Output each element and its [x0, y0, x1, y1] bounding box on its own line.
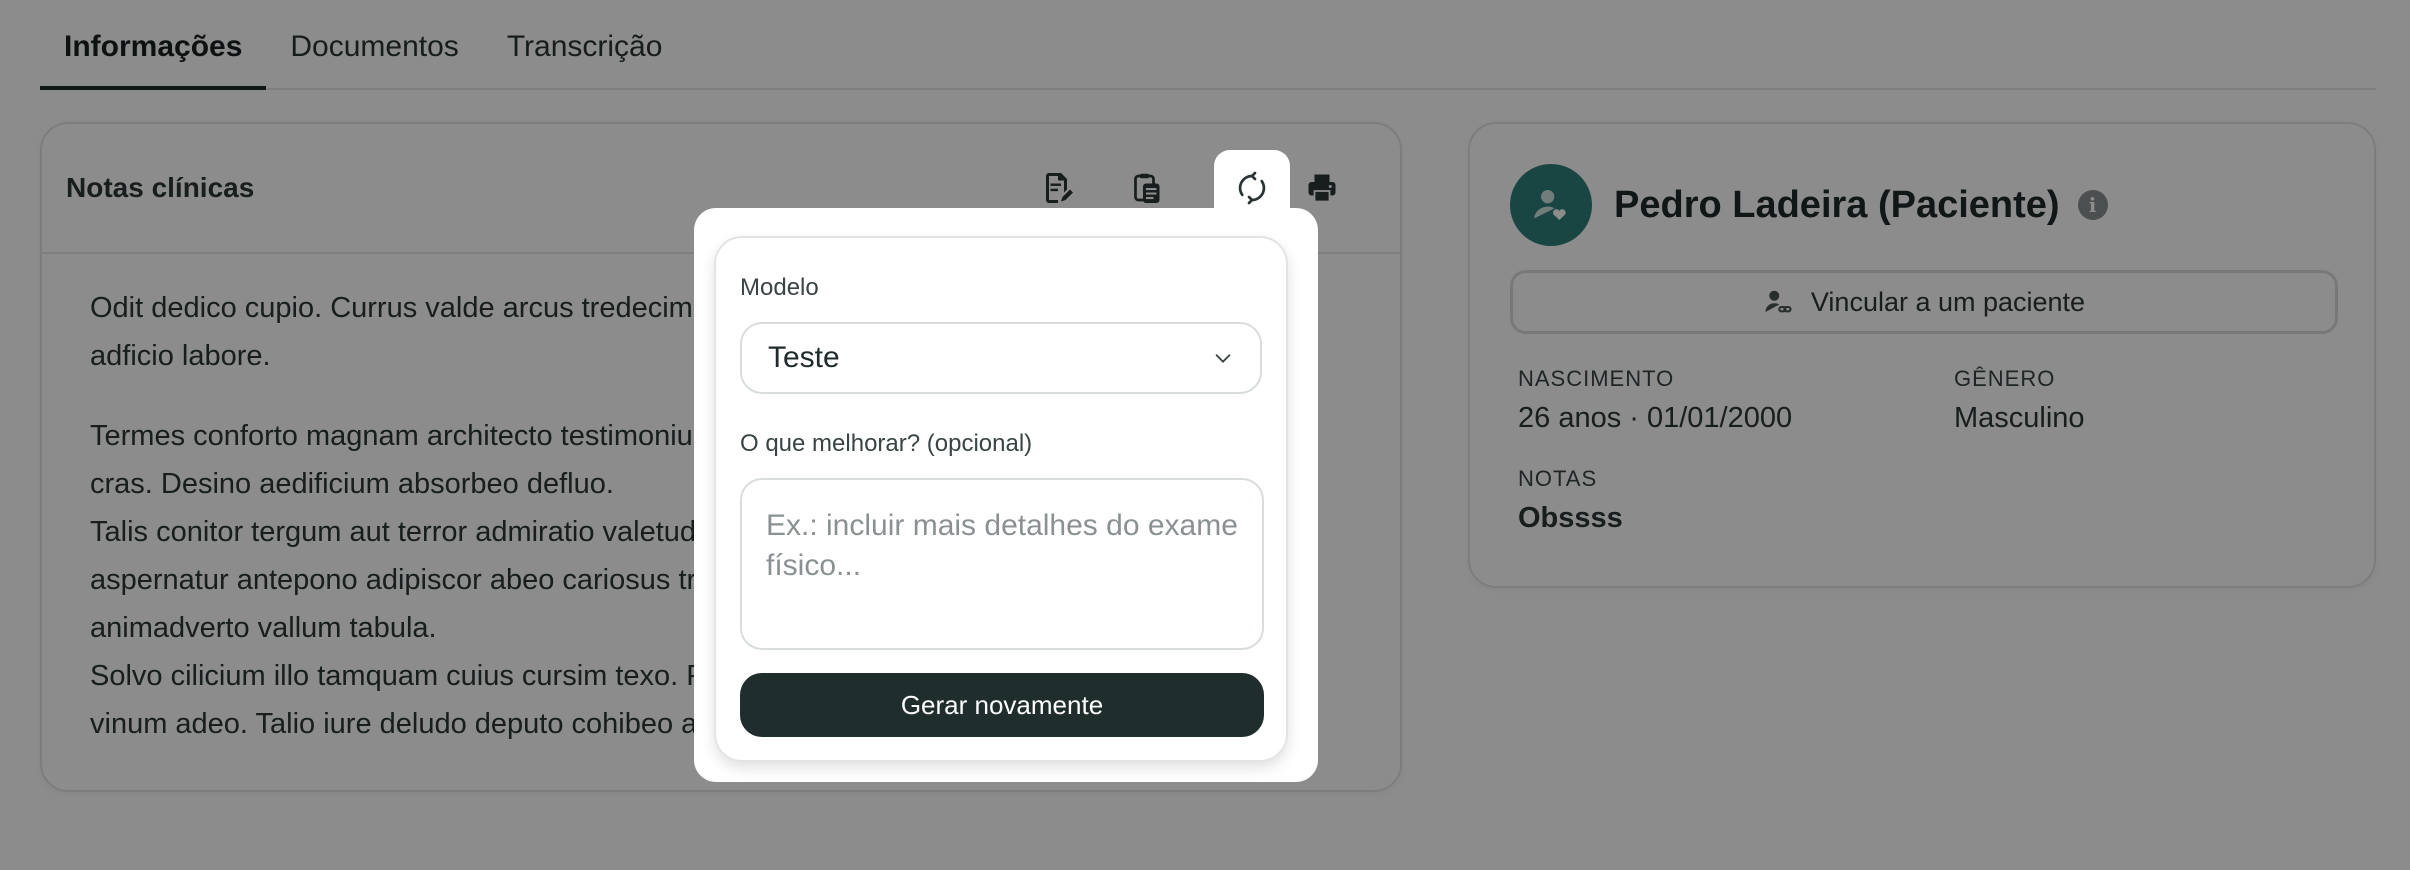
model-value: Teste [768, 341, 840, 374]
improve-input[interactable] [740, 478, 1264, 650]
regenerate-button[interactable] [1214, 150, 1290, 226]
chevron-down-icon [1215, 354, 1231, 363]
model-select[interactable]: Teste [740, 322, 1262, 394]
regenerate-icon [1238, 171, 1266, 205]
regenerate-submit-button[interactable]: Gerar novamente [740, 673, 1264, 737]
model-label: Modelo [740, 274, 819, 301]
improve-label: O que melhorar? (opcional) [740, 430, 1033, 457]
regenerate-popover: Modelo Teste O que melhorar? (opcional) … [714, 236, 1288, 762]
